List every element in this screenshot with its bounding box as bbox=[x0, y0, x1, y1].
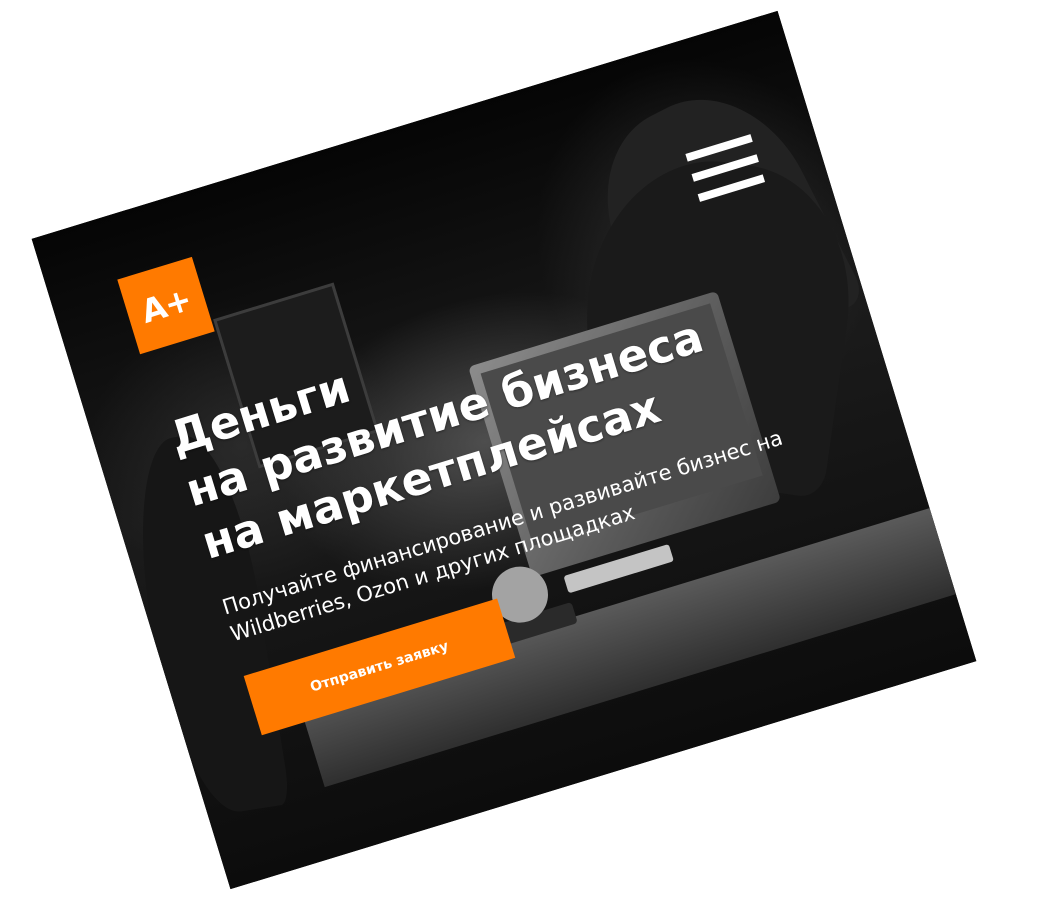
viewport: A+ Деньги на развитие бизнеса на маркетп… bbox=[0, 0, 1058, 904]
hero-section: A+ Деньги на развитие бизнеса на маркетп… bbox=[31, 10, 977, 890]
